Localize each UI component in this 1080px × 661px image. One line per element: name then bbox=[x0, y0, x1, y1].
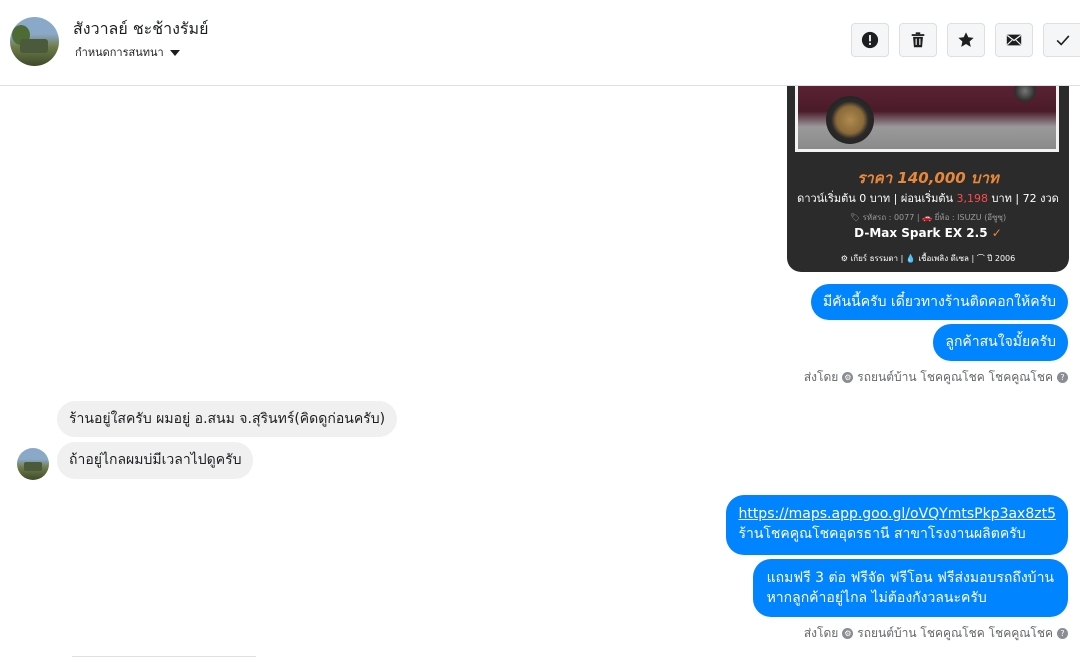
monthly-payment: 3,198 bbox=[956, 192, 989, 205]
sent-by-label: ส่งโดย ⚙ รถยนต์บ้าน โชคคูณโชค โชคคูณโชค … bbox=[804, 624, 1068, 643]
sent-by-label: ส่งโดย ⚙ รถยนต์บ้าน โชคคูณโชค โชคคูณโชค … bbox=[804, 368, 1068, 387]
conversation-label-dropdown[interactable]: กำหนดการสนทนา bbox=[75, 43, 180, 61]
help-icon[interactable]: ? bbox=[1057, 628, 1068, 639]
gear-icon: ⚙ bbox=[842, 372, 854, 383]
car-photo bbox=[795, 86, 1059, 152]
incoming-message[interactable]: ถ้าอยู่ไกลผมบ่มีเวลาไปดูครับ bbox=[57, 442, 254, 479]
verified-icon: ✓ bbox=[991, 226, 1002, 240]
message-text: แถมฟรี 3 ต่อ ฟรีจัด ฟรีโอน ฟรีส่งมอบรถถึ… bbox=[766, 570, 1054, 586]
caret-down-icon bbox=[169, 50, 180, 56]
report-icon bbox=[861, 31, 879, 49]
sender-name[interactable]: รถยนต์บ้าน โชคคูณโชค โชคคูณโชค bbox=[857, 368, 1053, 387]
car-price: ราคา 140,000 บาท bbox=[857, 169, 999, 187]
car-financing-terms: ดาวน์เริ่มต้น 0 บาท | ผ่อนเริ่มต้น 3,198… bbox=[797, 192, 1059, 205]
mark-done-button[interactable] bbox=[1043, 23, 1080, 57]
contact-avatar[interactable] bbox=[10, 17, 59, 66]
star-button[interactable] bbox=[947, 23, 985, 57]
outgoing-message[interactable]: ลูกค้าสนใจมั้ยครับ bbox=[933, 324, 1068, 361]
outgoing-message[interactable]: https://maps.app.goo.gl/oVQYmtsPkp3ax8zt… bbox=[726, 495, 1068, 555]
car-specs: 🏷 รหัสรถ : 0077 | 🚗 ยี่ห้อ : ISUZU (อีซู… bbox=[849, 213, 1007, 222]
maps-link[interactable]: https://maps.app.goo.gl/oVQYmtsPkp3ax8zt… bbox=[738, 504, 1056, 524]
message-text: ร้านโชคคูณโชคอุดรธานี สาขาโรงงานผลิตครับ bbox=[738, 526, 1026, 542]
mail-button[interactable] bbox=[995, 23, 1033, 57]
gear-icon: ⚙ bbox=[842, 628, 854, 639]
contact-avatar-small[interactable] bbox=[17, 448, 49, 480]
car-meta: ⚙ เกียร์ ธรรมดา | 💧 เชื้อเพลิง ดีเซล | ⌒… bbox=[840, 254, 1016, 263]
car-model: D-Max Spark EX 2.5 ✓ bbox=[854, 226, 1002, 240]
incoming-message[interactable]: ร้านอยู่ใสครับ ผมอยู่ อ.สนม จ.สุรินทร์(ค… bbox=[57, 401, 398, 437]
trash-icon bbox=[911, 32, 925, 48]
car-listing-attachment[interactable]: ราคา 140,000 บาท ดาวน์เริ่มต้น 0 บาท | ผ… bbox=[787, 86, 1069, 272]
outgoing-message[interactable]: แถมฟรี 3 ต่อ ฟรีจัด ฟรีโอน ฟรีส่งมอบรถถึ… bbox=[752, 559, 1068, 617]
delete-button[interactable] bbox=[899, 23, 937, 57]
conversation-label-text: กำหนดการสนทนา bbox=[75, 46, 164, 59]
conversation-header: สังวาลย์ ชะช้างรัมย์ กำหนดการสนทนา bbox=[0, 0, 1080, 86]
check-icon bbox=[1056, 35, 1070, 46]
contact-name[interactable]: สังวาลย์ ชะช้างรัมย์ bbox=[73, 17, 208, 42]
sender-name[interactable]: รถยนต์บ้าน โชคคูณโชค โชคคูณโชค bbox=[857, 624, 1053, 643]
mail-icon bbox=[1006, 34, 1022, 46]
outgoing-message[interactable]: มีคันนี้ครับ เดี๋ยวทางร้านติดคอกให้ครับ bbox=[810, 284, 1068, 320]
divider bbox=[72, 656, 256, 657]
star-icon bbox=[958, 32, 974, 47]
report-button[interactable] bbox=[851, 23, 889, 57]
help-icon[interactable]: ? bbox=[1057, 372, 1068, 383]
message-text: หากลูกค้าอยู่ไกล ไม่ต้องกังวลนะครับ bbox=[766, 590, 987, 606]
